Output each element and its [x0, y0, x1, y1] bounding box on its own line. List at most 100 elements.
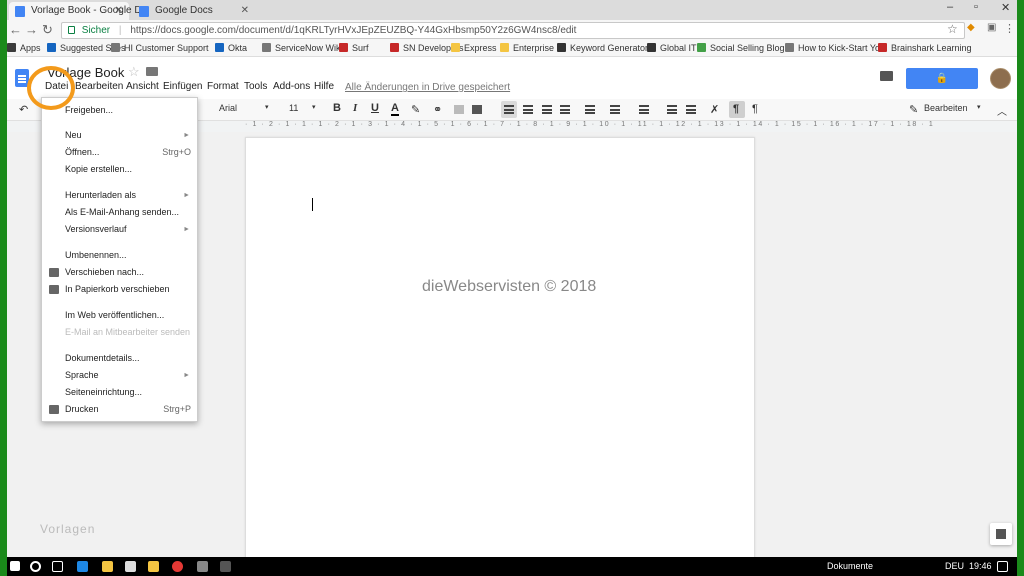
document-page[interactable] — [245, 137, 755, 567]
menu-item[interactable]: Sprache ► — [42, 368, 197, 383]
bookmark-item[interactable]: Express — [451, 41, 497, 56]
explore-button[interactable] — [990, 523, 1012, 545]
chrome-icon[interactable] — [172, 561, 183, 572]
comment-icon[interactable] — [880, 71, 893, 81]
search-icon[interactable] — [30, 561, 41, 572]
bookmark-item[interactable]: Keyword Generator — [557, 41, 648, 56]
font-size-select[interactable]: 11 — [289, 103, 298, 113]
link-icon[interactable]: ⚭ — [433, 103, 442, 116]
windows-start-icon[interactable] — [10, 561, 20, 571]
menu-item[interactable]: Als E-Mail-Anhang senden... — [42, 205, 197, 220]
undo-icon[interactable]: ↶ — [19, 103, 28, 116]
bookmark-item[interactable]: Surf — [339, 41, 369, 56]
increase-indent-icon[interactable] — [686, 105, 696, 114]
align-right-icon[interactable] — [542, 105, 552, 114]
comment-add-icon[interactable] — [454, 105, 464, 114]
address-bar[interactable]: Sicher | https://docs.google.com/documen… — [61, 22, 965, 39]
bookmark-item[interactable]: HI Customer Support — [111, 41, 209, 56]
paragraph-mark-icon[interactable]: ¶ — [733, 103, 739, 115]
tab-vorlage-book[interactable]: Vorlage Book - Google D ✕ — [9, 2, 142, 20]
bookmark-star-icon[interactable]: ☆ — [947, 22, 958, 36]
bookmark-item[interactable]: Social Selling Blog — [697, 41, 785, 56]
extension-icon[interactable]: ◆ — [967, 22, 975, 33]
avatar[interactable] — [990, 68, 1011, 89]
save-status[interactable]: Alle Änderungen in Drive gespeichert — [345, 82, 510, 93]
menu-icon[interactable]: ⋮ — [1004, 22, 1015, 35]
menu-item[interactable]: Dokumentdetails... — [42, 351, 197, 366]
share-button[interactable]: 🔒 FREIGEBEN — [906, 68, 978, 105]
bookmark-item[interactable]: Okta — [215, 41, 247, 56]
language-indicator[interactable]: DEU — [945, 561, 964, 571]
explorer-icon[interactable] — [102, 561, 113, 572]
editing-mode-select[interactable]: Bearbeiten — [924, 103, 968, 113]
close-icon[interactable]: ✕ — [115, 2, 123, 20]
menu-item[interactable]: Drucken Strg+P — [42, 402, 197, 417]
maximize-icon[interactable]: ▫ — [974, 1, 978, 13]
back-icon[interactable]: ← — [9, 22, 22, 37]
bookmark-item[interactable]: Global IT — [647, 41, 697, 56]
folder-icon[interactable] — [146, 67, 158, 76]
document-title[interactable]: Vorlage Book — [47, 65, 124, 80]
menu-item[interactable]: Kopie erstellen... — [42, 162, 197, 177]
menu-datei[interactable]: Datei — [45, 81, 68, 92]
menu-addons[interactable]: Add-ons — [273, 81, 310, 92]
align-center-icon[interactable] — [523, 105, 533, 114]
edge-icon[interactable] — [77, 561, 88, 572]
highlight-pen-icon[interactable]: ✎ — [411, 103, 420, 116]
bulleted-list-icon[interactable] — [639, 105, 649, 114]
close-icon[interactable]: ✕ — [241, 2, 249, 20]
bookmark-item[interactable]: Enterprise — [500, 41, 554, 56]
menu-item[interactable]: Versionsverlauf ► — [42, 222, 197, 237]
menu-ansicht[interactable]: Ansicht — [126, 81, 159, 92]
task-view-icon[interactable] — [52, 561, 63, 572]
image-icon[interactable] — [472, 105, 482, 114]
bookmark-item[interactable]: Apps — [7, 41, 41, 56]
menu-einfuegen[interactable]: Einfügen — [163, 81, 202, 92]
italic-button[interactable]: I — [353, 102, 357, 114]
menu-item[interactable]: Herunterladen als ► — [42, 188, 197, 203]
clock[interactable]: 19:46 — [969, 561, 992, 571]
bookmark-item[interactable]: ServiceNow Wiki — [262, 41, 343, 56]
menu-item[interactable]: Im Web veröffentlichen... — [42, 308, 197, 323]
menu-tools[interactable]: Tools — [244, 81, 267, 92]
menu-item[interactable]: Neu ► — [42, 128, 197, 143]
menu-item[interactable]: Umbenennen... — [42, 248, 197, 263]
app-icon[interactable] — [148, 561, 159, 572]
menu-bearbeiten[interactable]: Bearbeiten — [75, 81, 123, 92]
minimize-icon[interactable]: – — [947, 1, 953, 13]
bookmark-item[interactable]: How to Kick-Start Yo — [785, 41, 880, 56]
ruler[interactable]: · 1 · 2 · 1 · 1 · 1 · 2 · 1 · 3 · 1 · 4 … — [245, 121, 933, 132]
menu-hilfe[interactable]: Hilfe — [314, 81, 334, 92]
forward-icon[interactable]: → — [25, 22, 38, 37]
documents-label[interactable]: Dokumente — [827, 561, 873, 571]
menu-item[interactable]: Öffnen... Strg+O — [42, 145, 197, 160]
app-icon[interactable] — [220, 561, 231, 572]
menu-item[interactable]: In Papierkorb verschieben — [42, 282, 197, 297]
menu-item[interactable]: Verschieben nach... — [42, 265, 197, 280]
bookmark-item[interactable]: Brainshark Learning — [878, 41, 972, 56]
collapse-icon[interactable]: ︿ — [997, 103, 1007, 118]
tab-google-docs[interactable]: Google Docs ✕ — [133, 2, 255, 20]
docs-logo-icon[interactable] — [15, 69, 29, 87]
window-close-icon[interactable]: ✕ — [1001, 1, 1010, 14]
menu-item[interactable]: Seiteneinrichtung... — [42, 385, 197, 400]
text-color-button[interactable]: A — [391, 102, 399, 116]
numbered-list-icon[interactable] — [610, 105, 620, 114]
menu-format[interactable]: Format — [207, 81, 239, 92]
align-left-icon[interactable] — [504, 105, 514, 114]
notification-icon[interactable] — [997, 561, 1008, 572]
rtl-paragraph-icon[interactable]: ¶ — [752, 103, 758, 115]
extension-icon[interactable]: ▣ — [987, 22, 996, 33]
menu-item[interactable]: Freigeben... — [42, 103, 197, 118]
bold-button[interactable]: B — [333, 102, 341, 114]
store-icon[interactable] — [125, 561, 136, 572]
line-spacing-icon[interactable] — [585, 105, 595, 114]
reload-icon[interactable]: ↻ — [42, 22, 53, 38]
decrease-indent-icon[interactable] — [667, 105, 677, 114]
app-icon[interactable] — [197, 561, 208, 572]
clear-formatting-icon[interactable]: ✗ — [710, 103, 719, 116]
font-select[interactable]: Arial — [219, 103, 237, 113]
underline-button[interactable]: U — [371, 102, 379, 114]
star-icon[interactable]: ☆ — [128, 64, 140, 80]
align-justify-icon[interactable] — [560, 105, 570, 114]
